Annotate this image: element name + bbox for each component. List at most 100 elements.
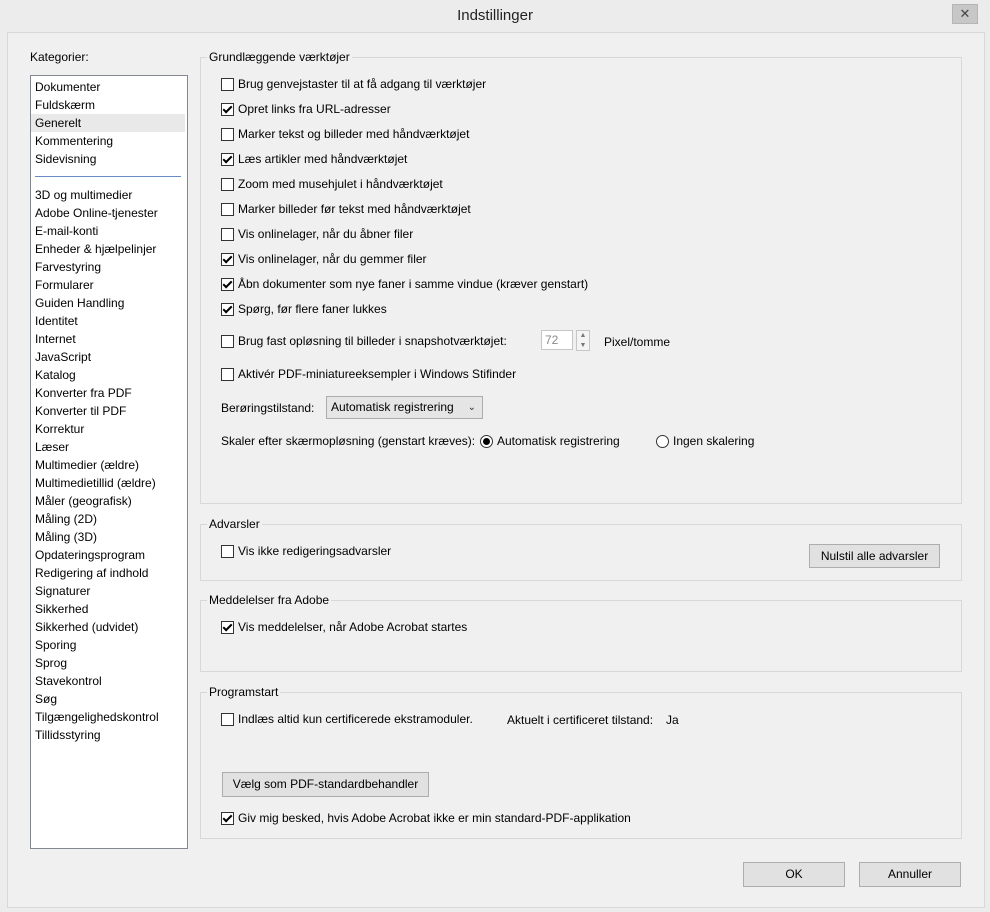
category-item[interactable]: Stavekontrol	[31, 672, 185, 690]
messages-option[interactable]: Vis meddelelser, når Adobe Acrobat start…	[221, 620, 467, 634]
category-item[interactable]: Identitet	[31, 312, 185, 330]
option-checkbox[interactable]	[221, 177, 234, 191]
category-item[interactable]: Formularer	[31, 276, 185, 294]
category-item[interactable]: Multimedietillid (ældre)	[31, 474, 185, 492]
thumbnails-option[interactable]: Aktivér PDF-miniatureeksempler i Windows…	[221, 367, 516, 381]
touch-mode-select[interactable]: Automatisk registrering ⌄	[326, 396, 483, 419]
category-item[interactable]: Konverter fra PDF	[31, 384, 185, 402]
category-item[interactable]: Konverter til PDF	[31, 402, 185, 420]
messages-title: Meddelelser fra Adobe	[207, 593, 332, 607]
resolution-unit: Pixel/tomme	[604, 335, 671, 349]
category-item[interactable]: Sidevisning	[31, 150, 185, 168]
category-item[interactable]: Enheder & hjælpelinjer	[31, 240, 185, 258]
category-item[interactable]: Internet	[31, 330, 185, 348]
category-item[interactable]: Måler (geografisk)	[31, 492, 185, 510]
option-checkbox[interactable]	[221, 252, 234, 266]
category-item[interactable]: 3D og multimedier	[31, 186, 185, 204]
basic-option[interactable]: Åbn dokumenter som nye faner i samme vin…	[221, 277, 588, 291]
category-item[interactable]: Redigering af indhold	[31, 564, 185, 582]
option-label: Opret links fra URL-adresser	[238, 102, 391, 116]
option-checkbox[interactable]	[221, 202, 234, 216]
touch-mode-label: Berøringstilstand:	[221, 401, 315, 415]
notify-default-label: Giv mig besked, hvis Adobe Acrobat ikke …	[238, 811, 631, 825]
list-separator	[35, 176, 181, 177]
certified-state-label: Aktuelt i certificeret tilstand:	[507, 713, 654, 727]
category-item[interactable]: Fuldskærm	[31, 96, 185, 114]
basic-option[interactable]: Zoom med musehjulet i håndværktøjet	[221, 177, 443, 191]
basic-option[interactable]: Opret links fra URL-adresser	[221, 102, 391, 116]
category-item[interactable]: Guiden Handling	[31, 294, 185, 312]
scale-auto-radio[interactable]: Automatisk registrering	[480, 434, 620, 448]
certified-checkbox[interactable]	[221, 712, 234, 726]
category-item[interactable]: Generelt	[31, 114, 185, 132]
option-checkbox[interactable]	[221, 227, 234, 241]
option-checkbox[interactable]	[221, 152, 234, 166]
close-button[interactable]: ✕	[952, 4, 978, 24]
thumbnails-checkbox[interactable]	[221, 367, 234, 381]
category-item[interactable]: Sikkerhed	[31, 600, 185, 618]
category-item[interactable]: Katalog	[31, 366, 185, 384]
category-item[interactable]: Søg	[31, 690, 185, 708]
basic-option[interactable]: Vis onlinelager, når du gemmer filer	[221, 252, 427, 266]
cancel-button[interactable]: Annuller	[859, 862, 961, 887]
notify-default-checkbox[interactable]	[221, 811, 234, 825]
category-item[interactable]: Opdateringsprogram	[31, 546, 185, 564]
category-item[interactable]: Læser	[31, 438, 185, 456]
category-item[interactable]: Korrektur	[31, 420, 185, 438]
snapshot-resolution-option[interactable]: Brug fast opløsning til billeder i snaps…	[221, 334, 507, 348]
option-checkbox[interactable]	[221, 102, 234, 116]
category-item[interactable]: Sikkerhed (udvidet)	[31, 618, 185, 636]
messages-group	[200, 600, 962, 672]
certified-label: Indlæs altid kun certificerede ekstramod…	[238, 712, 473, 726]
certified-state-value: Ja	[666, 713, 679, 727]
messages-checkbox[interactable]	[221, 620, 234, 634]
stepper-up-icon[interactable]: ▲	[577, 331, 589, 341]
ok-button[interactable]: OK	[743, 862, 845, 887]
notify-default-option[interactable]: Giv mig besked, hvis Adobe Acrobat ikke …	[221, 811, 631, 825]
basic-option[interactable]: Marker tekst og billeder med håndværktøj…	[221, 127, 469, 141]
category-item[interactable]: Adobe Online-tjenester	[31, 204, 185, 222]
option-label: Zoom med musehjulet i håndværktøjet	[238, 177, 443, 191]
option-label: Brug genvejstaster til at få adgang til …	[238, 77, 487, 91]
category-item[interactable]: Sprog	[31, 654, 185, 672]
scale-none-radio[interactable]: Ingen skalering	[656, 434, 754, 448]
category-item[interactable]: Signaturer	[31, 582, 185, 600]
scale-label: Skaler efter skærmopløsning (genstart kr…	[221, 434, 476, 448]
scale-auto-radio-dot[interactable]	[480, 434, 493, 448]
resolution-stepper[interactable]: ▲ ▼	[576, 330, 590, 351]
basic-option[interactable]: Læs artikler med håndværktøjet	[221, 152, 407, 166]
option-checkbox[interactable]	[221, 127, 234, 141]
category-item[interactable]: Dokumenter	[31, 78, 185, 96]
snapshot-checkbox[interactable]	[221, 334, 234, 348]
certified-option[interactable]: Indlæs altid kun certificerede ekstramod…	[221, 712, 473, 726]
basic-option[interactable]: Vis onlinelager, når du åbner filer	[221, 227, 413, 241]
category-item[interactable]: E-mail-konti	[31, 222, 185, 240]
categories-list[interactable]: Dokumenter Fuldskærm Generelt Kommentering S…	[30, 75, 188, 849]
category-item[interactable]: Tillidsstyring	[31, 726, 185, 744]
option-label: Åbn dokumenter som nye faner i samme vin…	[238, 277, 589, 291]
option-checkbox[interactable]	[221, 77, 234, 91]
category-item[interactable]: Kommentering	[31, 132, 185, 150]
set-default-pdf-button[interactable]: Vælg som PDF-standardbehandler	[222, 772, 429, 797]
basic-option[interactable]: Spørg, før flere faner lukkes	[221, 302, 387, 316]
stepper-down-icon[interactable]: ▼	[577, 341, 589, 351]
resolution-input[interactable]: 72	[541, 330, 573, 350]
category-item[interactable]: Tilgængelighedskontrol	[31, 708, 185, 726]
category-item[interactable]: Måling (2D)	[31, 510, 185, 528]
reset-warnings-button[interactable]: Nulstil alle advarsler	[809, 544, 940, 568]
basic-option[interactable]: Marker billeder før tekst med håndværktø…	[221, 202, 471, 216]
chevron-down-icon: ⌄	[467, 402, 476, 413]
window-title: Indstillinger	[457, 7, 533, 24]
category-item[interactable]: Måling (3D)	[31, 528, 185, 546]
category-item[interactable]: Sporing	[31, 636, 185, 654]
basic-option[interactable]: Brug genvejstaster til at få adgang til …	[221, 77, 486, 91]
scale-none-radio-dot[interactable]	[656, 434, 669, 448]
option-checkbox[interactable]	[221, 302, 234, 316]
edit-warnings-option[interactable]: Vis ikke redigeringsadvarsler	[221, 544, 391, 558]
edit-warnings-checkbox[interactable]	[221, 544, 234, 558]
category-item[interactable]: Farvestyring	[31, 258, 185, 276]
category-item[interactable]: Multimedier (ældre)	[31, 456, 185, 474]
scale-none-label: Ingen skalering	[673, 434, 755, 448]
category-item[interactable]: JavaScript	[31, 348, 185, 366]
option-checkbox[interactable]	[221, 277, 234, 291]
